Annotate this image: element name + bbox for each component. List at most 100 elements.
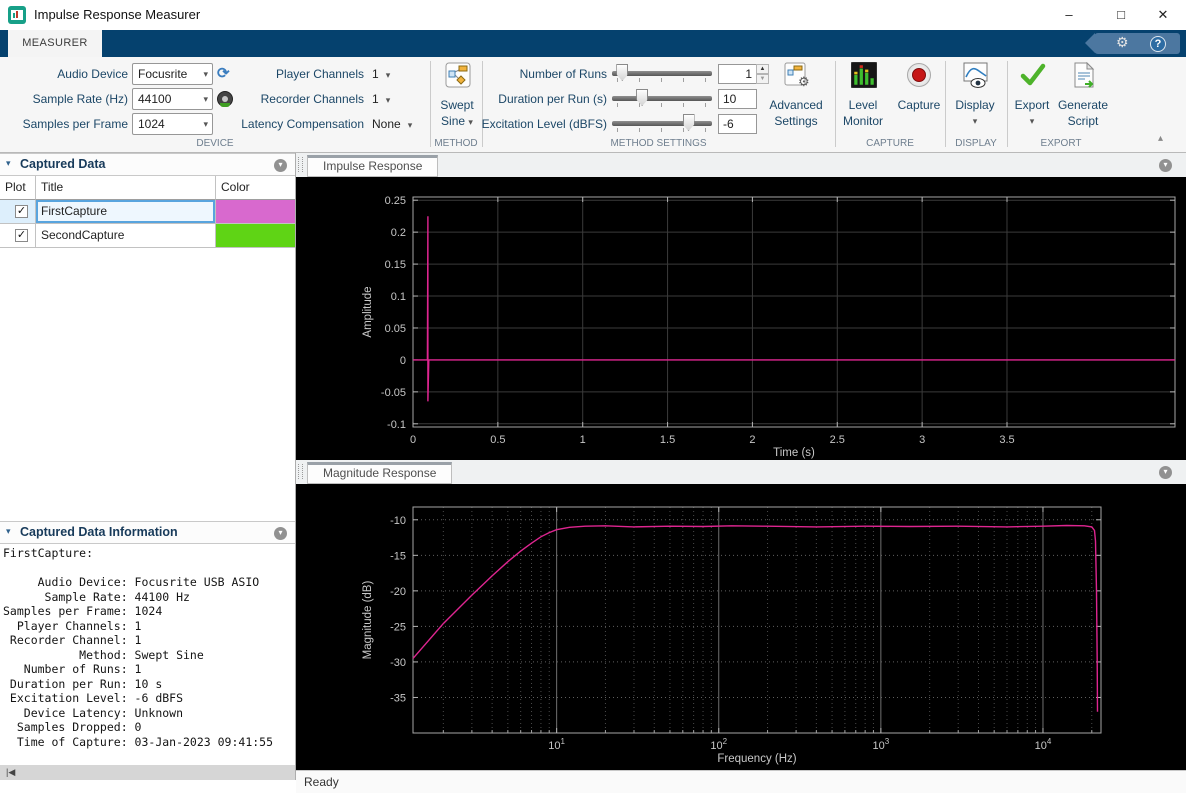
export-check-icon	[1020, 62, 1046, 88]
capture-color-swatch[interactable]	[216, 200, 295, 224]
captured-info-title: Captured Data Information	[20, 525, 178, 539]
svg-text:0.1: 0.1	[391, 291, 406, 303]
svg-text:-15: -15	[390, 550, 406, 562]
device-section-label: DEVICE	[0, 138, 430, 149]
impulse-tabbar: Impulse Response ▾	[296, 153, 1186, 177]
window-title: Impulse Response Measurer	[34, 7, 200, 22]
svg-text:-10: -10	[390, 515, 406, 527]
recorder-channels-dropdown[interactable]: 1▾	[372, 88, 390, 110]
toolstrip: Audio Device Focusrite ...▾ Sample Rate …	[0, 57, 1186, 153]
drag-grip-icon[interactable]	[298, 464, 303, 479]
chevron-down-icon: ▾	[948, 114, 1002, 129]
latency-compensation-dropdown[interactable]: None▾	[372, 113, 412, 135]
samples-per-frame-label: Samples per Frame	[0, 113, 128, 135]
chevron-down-icon: ▾	[1010, 114, 1054, 129]
captured-data-title: Captured Data	[20, 157, 105, 171]
duration-per-run-value[interactable]: 10	[718, 89, 757, 109]
svg-text:2: 2	[749, 434, 755, 446]
svg-text:-20: -20	[390, 586, 406, 598]
captured-info-text: FirstCapture: Audio Device: Focusrite US…	[3, 546, 273, 749]
player-channels-label: Player Channels	[218, 63, 364, 85]
excitation-level-label: Excitation Level (dBFS)	[455, 113, 607, 135]
method-section-label: METHOD	[430, 138, 482, 149]
maximize-icon[interactable]: □	[1098, 0, 1144, 30]
panel-collapse-bar[interactable]: |◀	[0, 765, 295, 780]
sample-rate-label: Sample Rate (Hz)	[0, 88, 128, 110]
quick-access-bar: ⚙ ?	[1094, 33, 1180, 54]
plot-checkbox[interactable]: ✓	[15, 229, 28, 242]
title-bar: Impulse Response Measurer – □ ✕	[0, 0, 1186, 30]
settings-gear-icon[interactable]: ⚙	[1116, 34, 1129, 51]
svg-text:0: 0	[400, 355, 406, 367]
sample-rate-dropdown[interactable]: 44100▾	[132, 88, 213, 110]
ribbon-collapse-icon[interactable]: ▴	[1158, 133, 1163, 144]
latency-compensation-label: Latency Compensation	[218, 113, 364, 135]
app-window: Impulse Response Measurer – □ ✕ MEASURER…	[0, 0, 1186, 793]
display-section-label: DISPLAY	[945, 138, 1007, 149]
excitation-level-slider[interactable]	[612, 113, 712, 135]
plot-checkbox[interactable]: ✓	[15, 205, 28, 218]
svg-text:0.05: 0.05	[385, 323, 406, 335]
samples-per-frame-dropdown[interactable]: 1024▾	[132, 113, 213, 135]
minimize-icon[interactable]: –	[1046, 0, 1092, 30]
ribbon-tab-row: MEASURER ⚙ ?	[0, 30, 1186, 57]
player-channels-dropdown[interactable]: 1▾	[372, 63, 390, 85]
collapse-left-icon: |◀	[6, 767, 15, 777]
svg-text:-30: -30	[390, 657, 406, 669]
status-bar: Ready	[296, 770, 1186, 793]
collapse-triangle-icon[interactable]: ▾	[6, 526, 11, 537]
impulse-plot-canvas: 00.511.522.533.5-0.1-0.0500.050.10.150.2…	[296, 177, 1186, 460]
panel-menu-icon[interactable]: ▾	[274, 527, 287, 540]
column-header-color: Color	[216, 176, 295, 200]
captured-info-header[interactable]: ▾ Captured Data Information ▾	[0, 521, 295, 544]
tab-measurer[interactable]: MEASURER	[8, 30, 102, 57]
panel-menu-icon[interactable]: ▾	[1159, 159, 1172, 172]
column-header-title: Title	[36, 176, 216, 200]
column-header-plot: Plot	[0, 176, 36, 200]
excitation-level-value[interactable]: -6	[718, 114, 757, 134]
record-icon	[907, 63, 931, 87]
svg-text:-35: -35	[390, 692, 406, 704]
svg-text:Frequency (Hz): Frequency (Hz)	[717, 753, 796, 765]
capture-color-swatch[interactable]	[216, 224, 295, 248]
svg-text:-0.05: -0.05	[381, 387, 406, 399]
magnitude-tabbar: Magnitude Response ▾	[296, 460, 1186, 484]
svg-text:104: 104	[1035, 737, 1052, 752]
drag-grip-icon[interactable]	[298, 157, 303, 172]
capture-title-cell[interactable]: SecondCapture	[36, 224, 216, 248]
svg-text:3.5: 3.5	[999, 434, 1014, 446]
svg-text:0.5: 0.5	[490, 434, 505, 446]
number-of-runs-value[interactable]: 1	[718, 64, 757, 84]
chevron-down-icon: ▾	[408, 120, 413, 130]
svg-text:101: 101	[548, 737, 565, 752]
chevron-down-icon: ▾	[386, 95, 391, 105]
captured-data-header[interactable]: ▾ Captured Data ▾	[0, 153, 295, 176]
collapse-triangle-icon[interactable]: ▾	[6, 158, 11, 169]
table-row-plot-cell: ✓	[0, 200, 36, 224]
panel-menu-icon[interactable]: ▾	[1159, 466, 1172, 479]
audio-device-dropdown[interactable]: Focusrite ...▾	[132, 63, 213, 85]
svg-text:2.5: 2.5	[830, 434, 845, 446]
export-section-label: EXPORT	[1007, 138, 1115, 149]
method-settings-section-label: METHOD SETTINGS	[482, 138, 835, 149]
tab-magnitude-response[interactable]: Magnitude Response	[307, 462, 452, 484]
advanced-settings-icon: ⚙	[784, 62, 810, 88]
help-icon[interactable]: ?	[1150, 36, 1166, 52]
svg-text:-25: -25	[390, 621, 406, 633]
svg-text:1: 1	[580, 434, 586, 446]
number-of-runs-slider[interactable]	[612, 63, 712, 85]
svg-text:⚙: ⚙	[798, 74, 810, 88]
svg-text:Time (s): Time (s)	[773, 447, 815, 459]
table-row-plot-cell: ✓	[0, 224, 36, 248]
duration-per-run-slider[interactable]	[612, 88, 712, 110]
tab-impulse-response[interactable]: Impulse Response	[307, 155, 438, 177]
chevron-down-icon: ▾	[386, 70, 391, 80]
close-icon[interactable]: ✕	[1140, 0, 1186, 30]
svg-text:0: 0	[410, 434, 416, 446]
left-panel: ▾ Captured Data ▾ Plot Title Color ✓ Fir…	[0, 153, 296, 780]
capture-section-label: CAPTURE	[835, 138, 945, 149]
panel-menu-icon[interactable]: ▾	[274, 159, 287, 172]
svg-text:0.15: 0.15	[385, 259, 406, 271]
capture-title-cell[interactable]: FirstCapture	[36, 200, 216, 224]
magnitude-plot-canvas: 101102103104-35-30-25-20-15-10Frequency …	[296, 484, 1186, 770]
